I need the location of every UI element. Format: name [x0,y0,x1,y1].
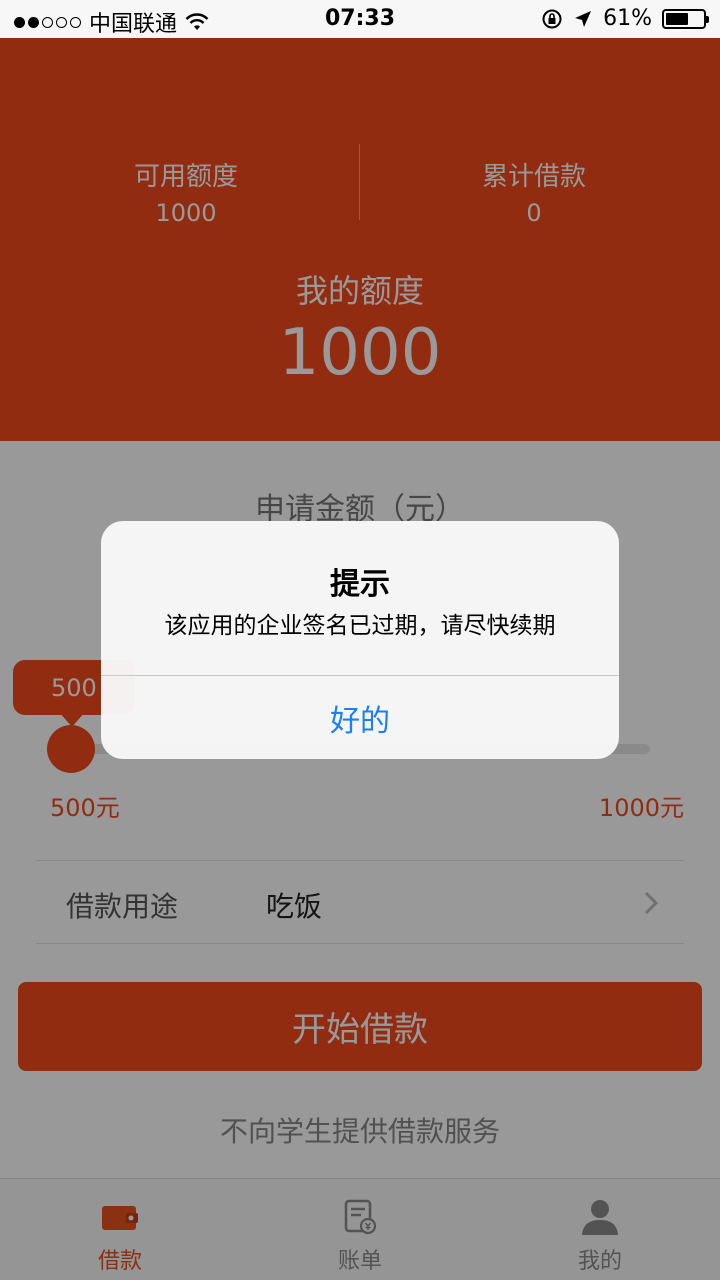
alert-ok-button[interactable]: 好的 [101,676,619,759]
battery-percent: 61% [603,6,652,31]
alert-title: 提示 [330,567,390,602]
status-bar: 中国联通 07:33 61% [0,0,720,38]
location-icon [575,10,592,27]
alert-message: 该应用的企业签名已过期，请尽快续期 [164,613,556,639]
rotation-lock-icon [542,9,562,28]
status-right: 61% [541,6,709,31]
alert-dialog: 提示 该应用的企业签名已过期，请尽快续期 好的 [101,521,619,759]
battery-icon [662,8,709,29]
